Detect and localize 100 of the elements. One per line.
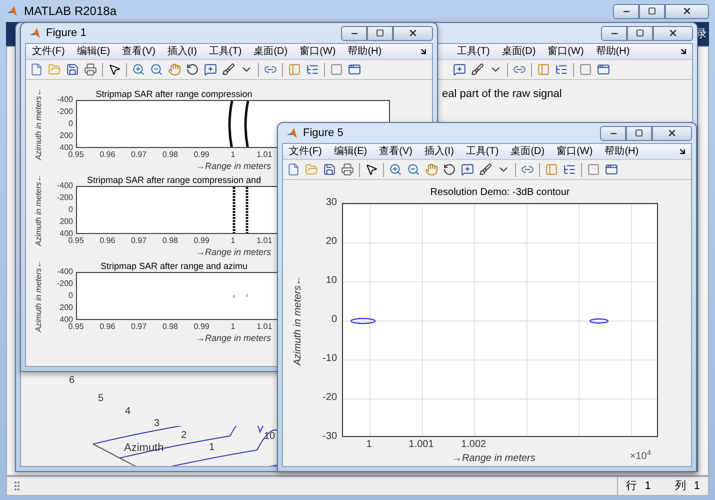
close-button[interactable] <box>652 126 692 140</box>
tick-label: 400 <box>60 316 73 324</box>
new-file-icon[interactable] <box>30 63 43 76</box>
printer-icon[interactable] <box>341 163 354 176</box>
tick-label: -20 <box>322 393 337 403</box>
maximize-button[interactable] <box>627 26 653 40</box>
minimize-button[interactable] <box>613 4 639 18</box>
tick-label: 6 <box>69 376 75 386</box>
dotted-stripes-drawing <box>232 187 248 234</box>
maximize-button[interactable] <box>367 26 393 40</box>
save-icon[interactable] <box>66 63 79 76</box>
menu-item[interactable]: 桌面(D) <box>504 144 551 159</box>
brush-icon[interactable] <box>471 63 484 76</box>
square-icon[interactable] <box>587 163 600 176</box>
brush-icon[interactable] <box>479 163 492 176</box>
tick-label: 0.97 <box>131 236 147 245</box>
tick-label: 200 <box>60 304 73 312</box>
tick-label: 1 <box>230 150 236 159</box>
menu-item[interactable]: 插入(I) <box>418 144 460 159</box>
window-icon[interactable] <box>597 63 610 76</box>
menu-item[interactable]: 文件(F) <box>26 44 71 59</box>
menu-item[interactable]: 插入(I) <box>161 44 203 59</box>
maximize-button[interactable] <box>639 4 665 18</box>
colorbar-icon[interactable] <box>537 63 550 76</box>
plot-title: Stripmap SAR after range compression <box>96 89 252 99</box>
save-icon[interactable] <box>323 163 336 176</box>
menu-item[interactable]: 桌面(D) <box>248 44 294 59</box>
menu-item[interactable]: 窗口(W) <box>294 44 342 59</box>
maximize-icon <box>376 29 384 37</box>
menu-item[interactable]: 帮助(H) <box>590 44 636 59</box>
maximize-icon <box>648 7 656 15</box>
window-title: Figure 5 <box>303 126 344 141</box>
menu-item[interactable]: 窗口(W) <box>542 44 590 59</box>
window-icon[interactable] <box>348 63 361 76</box>
menu-item[interactable]: 工具(T) <box>451 44 496 59</box>
zoom-out-icon[interactable] <box>407 163 420 176</box>
new-file-icon[interactable] <box>287 163 300 176</box>
tick-label: 0 <box>68 120 73 128</box>
colorbar-icon[interactable] <box>288 63 301 76</box>
maximize-button[interactable] <box>626 126 652 140</box>
tick-label: 1 <box>366 440 372 450</box>
rotate-icon[interactable] <box>186 63 199 76</box>
close-button[interactable] <box>393 26 433 40</box>
hand-icon[interactable] <box>168 63 181 76</box>
zoom-in-icon[interactable] <box>389 163 402 176</box>
tick-label: 0.96 <box>100 150 116 159</box>
menu-item[interactable]: 编辑(E) <box>70 44 116 59</box>
legend-icon[interactable] <box>306 63 319 76</box>
minimize-button[interactable] <box>601 26 627 40</box>
data-cursor-icon[interactable] <box>461 163 474 176</box>
data-cursor-icon[interactable] <box>204 63 217 76</box>
tick-label: -400 <box>56 268 73 276</box>
legend-icon[interactable] <box>555 63 568 76</box>
zoom-in-icon[interactable] <box>132 63 145 76</box>
tick-label: -30 <box>322 432 337 442</box>
menu-item[interactable]: 窗口(W) <box>550 144 599 159</box>
zoom-out-icon[interactable] <box>150 63 163 76</box>
menu-item[interactable]: 查看(V) <box>116 44 162 59</box>
minimize-button[interactable] <box>341 26 367 40</box>
undock-icon[interactable] <box>419 47 428 56</box>
tick-label: 0.96 <box>100 322 116 331</box>
menu-item[interactable]: 帮助(H) <box>598 144 645 159</box>
undock-icon[interactable] <box>679 47 688 56</box>
pointer-icon[interactable] <box>365 163 378 176</box>
tick-label: -200 <box>56 194 73 202</box>
menu-item[interactable]: 工具(T) <box>202 44 248 59</box>
axis-label: →Range in meters <box>196 333 272 343</box>
tick-label: -400 <box>56 96 73 104</box>
rotate-icon[interactable] <box>443 163 456 176</box>
printer-icon[interactable] <box>84 63 97 76</box>
data-cursor-icon[interactable] <box>453 63 466 76</box>
undock-icon[interactable] <box>678 147 687 156</box>
minimize-button[interactable] <box>600 126 626 140</box>
menu-item[interactable]: 帮助(H) <box>342 44 388 59</box>
tick-label: 0.98 <box>162 236 178 245</box>
brush-icon[interactable] <box>222 63 235 76</box>
tick-label: 10 <box>264 430 276 444</box>
pointer-icon[interactable] <box>108 63 121 76</box>
menu-item[interactable]: 桌面(D) <box>496 44 542 59</box>
window-icon[interactable] <box>605 163 618 176</box>
matlab-logo-icon <box>6 5 18 17</box>
axis-label: →Range in meters <box>452 453 536 464</box>
plot-title: eal part of the raw signal <box>442 88 562 100</box>
menu-item[interactable]: 查看(V) <box>373 144 418 159</box>
window-title: MATLAB R2018a <box>24 3 116 20</box>
axis-label: Azimuth in meters← <box>292 274 304 366</box>
menu-item[interactable]: 文件(F) <box>283 144 328 159</box>
axis-label: Azimuth in meters← <box>33 260 44 332</box>
menu-item[interactable]: 编辑(E) <box>328 144 374 159</box>
hand-icon[interactable] <box>425 163 438 176</box>
colorbar-icon[interactable] <box>545 163 558 176</box>
menu-item[interactable]: 工具(T) <box>460 144 505 159</box>
close-button[interactable] <box>653 26 693 40</box>
legend-icon[interactable] <box>563 163 576 176</box>
tick-label: 0.99 <box>194 322 210 331</box>
square-icon[interactable] <box>330 63 343 76</box>
close-button[interactable] <box>665 4 709 18</box>
tick-label: 0.97 <box>131 322 147 331</box>
square-icon[interactable] <box>579 63 592 76</box>
plot-title: Stripmap SAR after range compression and <box>86 175 262 185</box>
